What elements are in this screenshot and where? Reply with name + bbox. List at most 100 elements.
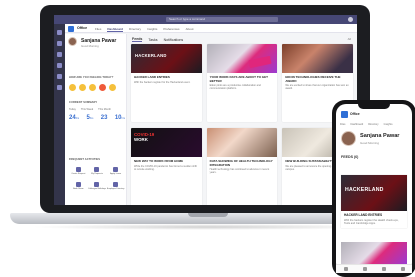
- card-text: With the hackers register for the Hacker…: [134, 80, 191, 84]
- mood-title: HOW ARE YOU FEELING TODAY?: [69, 76, 114, 79]
- activity-create-request[interactable]: Create Request: [69, 167, 88, 175]
- request-icon: [75, 167, 81, 172]
- tab-files[interactable]: Files: [95, 27, 101, 32]
- card-title: EIKON TECHNOLOGIES RECEIVE THE AWARD: [285, 75, 341, 83]
- tab-today[interactable]: Today: [69, 108, 76, 111]
- stat-value: 23: [100, 115, 108, 121]
- feed-card[interactable]: COVID-19 WORK NEW WAY TO WORK FROM HOME W…: [131, 128, 202, 205]
- office-logo-icon: [341, 111, 348, 118]
- search-input[interactable]: Search or type a command: [166, 17, 278, 22]
- office-logo-icon: [68, 25, 74, 32]
- mood-picker: [69, 84, 116, 91]
- stat-value: 24hrs: [69, 115, 80, 121]
- tab-notifications[interactable]: Notifications: [164, 38, 184, 42]
- calendar-icon[interactable]: [57, 63, 62, 68]
- stat-value: 5hrs: [86, 115, 94, 121]
- calendar-icon[interactable]: [381, 267, 386, 271]
- tab-about[interactable]: About: [186, 27, 194, 32]
- activity-apply-leave[interactable]: Apply Leave: [106, 167, 125, 175]
- tab-directory[interactable]: Directory: [368, 123, 378, 126]
- card-title: HACKER LAND ENTRIES: [134, 75, 170, 79]
- activity-directory[interactable]: Employee Directory: [106, 182, 125, 190]
- card-overlay: HACKERLAND: [135, 53, 167, 58]
- teams-icon[interactable]: [57, 52, 62, 57]
- activity-birthdays[interactable]: Colleague Birthdays: [88, 182, 107, 190]
- avatar[interactable]: [68, 37, 77, 46]
- tab-files[interactable]: Files: [340, 123, 345, 126]
- tab-this-week[interactable]: This Week: [81, 108, 93, 111]
- tag-graphic: [248, 55, 272, 69]
- user-greeting: Good Morning: [81, 44, 99, 48]
- product-mockup: Search or type a command Office Files Da…: [0, 0, 415, 277]
- activity-icon[interactable]: [57, 30, 62, 35]
- app-name: Office: [350, 112, 360, 116]
- cake-icon: [94, 182, 100, 187]
- not-great-emoji-icon[interactable]: [109, 84, 116, 91]
- card-overlay: COVID-19 WORK: [134, 132, 155, 142]
- card-image: [206, 128, 278, 157]
- avatar[interactable]: [341, 131, 356, 146]
- tab-tasks[interactable]: Tasks: [148, 38, 157, 42]
- awesome-emoji-icon[interactable]: [69, 84, 76, 91]
- activity-my-requests[interactable]: My Requests: [88, 167, 107, 175]
- tab-this-month[interactable]: This Month: [98, 108, 111, 111]
- tab-preferences[interactable]: Preferences: [163, 27, 179, 32]
- phone-tabs: Files Dashboard Directory Insights: [340, 123, 393, 126]
- card-image: [341, 242, 407, 264]
- activity-book-room[interactable]: Book Room: [69, 182, 88, 190]
- feed-card[interactable]: YOUR WORK DAYS ARE ABOUT TO GET BETTER E…: [206, 44, 278, 122]
- feed-label: FEEDS (6): [341, 155, 359, 159]
- home-icon[interactable]: [343, 267, 348, 271]
- feed-tabs: Feeds Tasks Notifications: [132, 37, 183, 42]
- app-header: Office Files Dashboard Directory Insight…: [65, 24, 357, 33]
- tab-feeds[interactable]: Feeds: [132, 37, 143, 42]
- location-icon: [75, 182, 81, 187]
- user-greeting: Good Morning: [360, 141, 380, 145]
- good-emoji-icon[interactable]: [79, 84, 86, 91]
- people-icon: [113, 182, 119, 187]
- card-overlay: HACKERLAND: [345, 187, 384, 193]
- card-text: Eikon pinks are a productive collaborati…: [209, 84, 261, 91]
- app-tabs: Files Dashboard Directory Insights Prefe…: [95, 27, 193, 32]
- profile-icon[interactable]: [348, 17, 353, 22]
- tab-directory[interactable]: Directory: [129, 27, 141, 32]
- phone-screen: Office Files Dashboard Directory Insight…: [336, 104, 412, 273]
- card-title: YOUR WORK DAYS ARE ABOUT TO GET BETTER: [209, 75, 268, 83]
- phone-bottom-nav: [336, 264, 412, 273]
- card-text: We are excited to share that our organiz…: [285, 84, 349, 91]
- card-image: COVID-19 WORK: [131, 128, 202, 157]
- tab-dashboard[interactable]: Dashboard: [107, 27, 124, 32]
- stat-value: 10hrs: [114, 115, 125, 121]
- feed-cards: HACKERLAND HACKER LAND ENTRIES With the …: [131, 44, 353, 205]
- card-title: DATA SHOWING OF HEALTH TECHNOLOGY INTEGR…: [209, 159, 273, 167]
- chat-icon[interactable]: [57, 41, 62, 46]
- card-text: With the hackers register the Health che…: [344, 218, 399, 226]
- files-icon[interactable]: [57, 85, 62, 90]
- okay-emoji-icon[interactable]: [89, 84, 96, 91]
- feed-card[interactable]: HACKERLAND HACKER LAND ENTRIES With the …: [341, 175, 407, 228]
- calls-icon[interactable]: [57, 74, 62, 79]
- summary-title: CURRENT SUMMARY: [69, 101, 98, 104]
- chat-icon[interactable]: [362, 267, 367, 271]
- teams-app-rail: [54, 24, 65, 205]
- tab-insights[interactable]: Insights: [384, 123, 393, 126]
- tab-insights[interactable]: Insights: [147, 27, 157, 32]
- laptop-screen: Search or type a command Office Files Da…: [54, 15, 357, 205]
- teams-title-bar: Search or type a command: [54, 15, 357, 24]
- more-icon[interactable]: [400, 267, 405, 271]
- feed-filter[interactable]: All: [348, 37, 351, 41]
- laptop-notch: [188, 213, 228, 217]
- bad-emoji-icon[interactable]: [99, 84, 106, 91]
- card-image: HACKERLAND: [341, 175, 407, 211]
- list-icon: [94, 167, 100, 172]
- summary-tabs: Today This Week This Month: [69, 108, 111, 111]
- summary-stats: 24hrs 5hrs 23 10hrs: [69, 115, 125, 121]
- card-image: [206, 44, 278, 73]
- card-title: NEW WAY TO WORK FROM HOME: [134, 159, 184, 163]
- activities-grid: Create Request My Requests Apply Leave B…: [69, 167, 125, 190]
- profile-panel: Sanjana Pawar Good Morning HOW ARE YOU F…: [65, 34, 127, 205]
- feed-card[interactable]: HACKERLAND HACKER LAND ENTRIES With the …: [131, 44, 202, 122]
- card-image: [282, 44, 353, 73]
- feed-card[interactable]: DATA SHOWING OF HEALTH TECHNOLOGY INTEGR…: [206, 128, 278, 205]
- tab-dashboard[interactable]: Dashboard: [350, 123, 363, 126]
